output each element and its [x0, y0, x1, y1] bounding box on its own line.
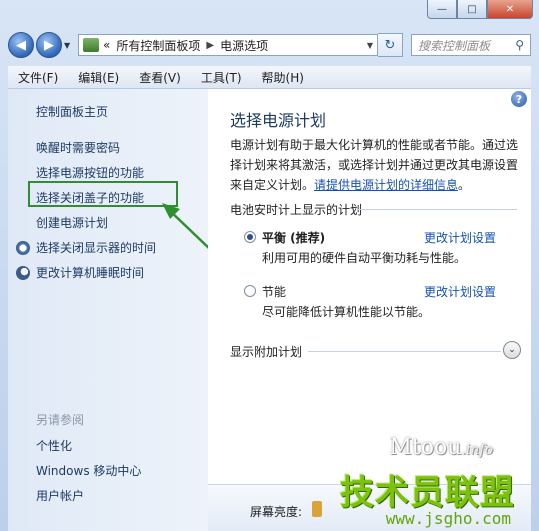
menu-edit[interactable]: 编辑(E): [68, 69, 129, 86]
address-dropdown-icon[interactable]: ▼: [367, 41, 373, 50]
see-also-mobility-center[interactable]: Windows 移动中心: [36, 462, 141, 479]
window-frame: — □ ✕ ◀ ▶ ▼ « 所有控制面板项 ▶ 电源选项 ▼ ↻ 搜索控制面板 …: [0, 0, 539, 531]
show-additional-plans[interactable]: 显示附加计划: [230, 343, 302, 360]
control-panel-icon: [83, 38, 99, 52]
sidebar-item-display-off[interactable]: 选择关闭显示器的时间: [16, 239, 156, 256]
sidebar-item-create-plan[interactable]: 创建电源计划: [36, 214, 108, 231]
content-area: 控制面板主页 唤醒时需要密码 选择电源按钮的功能 选择关闭盖子的功能 创建电源计…: [8, 89, 531, 531]
description-end: 。: [458, 178, 471, 192]
watermark-main: 技术员联盟: [340, 473, 515, 513]
plan-description: 利用可用的硬件自动平衡功耗与性能。: [262, 251, 467, 265]
sidebar-item-wake-password[interactable]: 唤醒时需要密码: [36, 139, 120, 156]
see-also-heading: 另请参阅: [36, 413, 85, 427]
chevron-down-icon[interactable]: ⌄: [503, 341, 521, 359]
caption-buttons: — □ ✕: [427, 0, 533, 19]
description-line-1: 电源计划有助于最大化计算机的性能或者节能。通过选: [230, 138, 519, 152]
plan-name: 平衡 (推荐): [262, 231, 326, 245]
description: 电源计划有助于最大化计算机的性能或者节能。通过选 择计划来将其激活，或选择计划并…: [230, 135, 520, 195]
moon-icon: [16, 265, 30, 280]
watermark-domain: .info: [461, 442, 493, 458]
menu-view[interactable]: 查看(V): [129, 69, 191, 86]
help-icon[interactable]: ?: [511, 91, 527, 107]
search-input[interactable]: 搜索控制面板 ⚲: [411, 34, 531, 56]
forward-button[interactable]: ▶: [36, 32, 62, 58]
breadcrumb-overflow[interactable]: «: [103, 38, 110, 52]
change-plan-settings-link[interactable]: 更改计划设置: [424, 229, 496, 246]
navigation-row: ◀ ▶ ▼ « 所有控制面板项 ▶ 电源选项 ▼ ↻ 搜索控制面板 ⚲: [8, 30, 531, 60]
watermark-url: www.jsgho.com: [385, 509, 511, 528]
description-line-2: 择计划来将其激活，或选择计划并通过更改其电源设置: [230, 158, 519, 172]
menu-bar: 文件(F) 编辑(E) 查看(V) 工具(T) 帮助(H): [8, 66, 531, 89]
description-line-3: 来自定义计划。: [230, 178, 315, 192]
clock-icon: [16, 240, 30, 255]
search-icon[interactable]: ⚲: [515, 38, 524, 52]
sidebar-home-link[interactable]: 控制面板主页: [36, 103, 108, 120]
recent-pages-dropdown[interactable]: ▼: [64, 41, 74, 50]
plan-group-title: 电池安时计上显示的计划: [230, 203, 363, 217]
sidebar-item-label: 更改计算机睡眠时间: [36, 266, 145, 280]
page-title: 选择电源计划: [230, 111, 327, 130]
watermark-top: Mtoou: [389, 435, 462, 460]
refresh-button[interactable]: ↻: [378, 33, 403, 57]
close-button[interactable]: ✕: [487, 0, 533, 19]
menu-file[interactable]: 文件(F): [8, 69, 68, 86]
plan-details-link[interactable]: 请提供电源计划的详细信息: [314, 178, 458, 192]
minimize-button[interactable]: —: [427, 0, 457, 19]
watermark-logo: Mtoou.info: [389, 435, 493, 460]
sidebar: 控制面板主页 唤醒时需要密码 选择电源按钮的功能 选择关闭盖子的功能 创建电源计…: [8, 89, 213, 531]
main-panel: ? 选择电源计划 电源计划有助于最大化计算机的性能或者节能。通过选 择计划来将其…: [208, 89, 531, 531]
plan-radio-selected[interactable]: [244, 231, 256, 243]
menu-help[interactable]: 帮助(H): [252, 69, 314, 86]
divider: [308, 351, 501, 352]
back-button[interactable]: ◀: [8, 32, 34, 58]
plan-radio[interactable]: [244, 285, 256, 297]
pointer-arrow-icon: [162, 203, 213, 252]
breadcrumb-power-options[interactable]: 电源选项: [220, 37, 268, 54]
sidebar-item-sleep-time[interactable]: 更改计算机睡眠时间: [16, 264, 144, 281]
plan-name: 节能: [262, 285, 287, 299]
change-plan-settings-link[interactable]: 更改计划设置: [424, 283, 496, 300]
divider: [358, 209, 517, 210]
breadcrumb-all-items[interactable]: 所有控制面板项: [116, 37, 200, 54]
menu-tools[interactable]: 工具(T): [191, 69, 252, 86]
site-watermark: Mtoou.info 技术员联盟 www.jsgho.com: [293, 435, 523, 531]
search-placeholder: 搜索控制面板: [418, 38, 491, 53]
maximize-button[interactable]: □: [457, 0, 487, 19]
sidebar-item-power-button[interactable]: 选择电源按钮的功能: [36, 164, 144, 181]
address-bar[interactable]: « 所有控制面板项 ▶ 电源选项 ▼: [78, 34, 378, 56]
plan-description: 尽可能降低计算机性能以节能。: [262, 305, 431, 319]
see-also-user-accounts[interactable]: 用户帐户: [36, 487, 84, 504]
see-also-personalize[interactable]: 个性化: [36, 437, 72, 454]
breadcrumb-separator-icon[interactable]: ▶: [206, 40, 214, 51]
